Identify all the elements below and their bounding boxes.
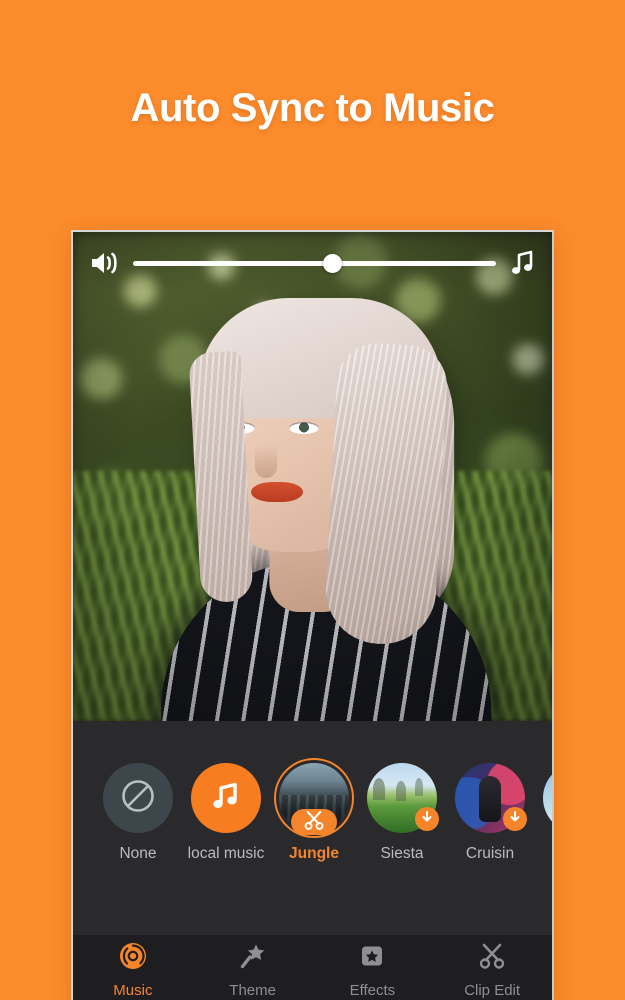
star-box-icon bbox=[357, 941, 387, 976]
music-note-icon bbox=[209, 779, 243, 818]
music-item-label: Siesta bbox=[380, 845, 424, 862]
music-thumbnail[interactable] bbox=[543, 763, 552, 833]
nav-item-music[interactable]: Music bbox=[73, 941, 193, 999]
page-title: Auto Sync to Music bbox=[130, 86, 495, 130]
magic-wand-star-icon bbox=[238, 941, 268, 976]
phone-mockup: None local music Jungle Siesta Cruisin M… bbox=[71, 230, 554, 1000]
music-note-icon[interactable] bbox=[510, 249, 536, 277]
music-item-jungle[interactable]: Jungle bbox=[270, 758, 358, 863]
nav-item-label: Clip Edit bbox=[464, 982, 521, 999]
music-item-none[interactable]: None bbox=[94, 763, 182, 863]
audio-mix-slider[interactable] bbox=[73, 232, 552, 294]
music-carousel[interactable]: None local music Jungle Siesta Cruisin bbox=[73, 758, 552, 863]
music-item-siesta[interactable]: Siesta bbox=[358, 763, 446, 863]
download-badge[interactable] bbox=[415, 807, 439, 831]
music-item-label: local music bbox=[187, 845, 265, 862]
music-item-label: None bbox=[119, 845, 157, 862]
thumb-wrapper bbox=[191, 763, 261, 833]
music-thumbnail[interactable] bbox=[191, 763, 261, 833]
nav-item-effects[interactable]: Effects bbox=[313, 941, 433, 999]
no-music-icon bbox=[119, 777, 157, 820]
video-preview[interactable] bbox=[73, 232, 552, 721]
music-thumbnail[interactable] bbox=[103, 763, 173, 833]
download-icon bbox=[420, 810, 434, 829]
slider-thumb[interactable] bbox=[323, 253, 343, 273]
thumb-wrapper bbox=[274, 758, 354, 838]
download-icon bbox=[508, 810, 522, 829]
thumb-wrapper bbox=[367, 763, 439, 833]
nav-item-label: Effects bbox=[349, 982, 396, 999]
music-panel: None local music Jungle Siesta Cruisin bbox=[73, 721, 552, 935]
music-item-label: Cruisin bbox=[465, 845, 515, 862]
trim-badge[interactable] bbox=[291, 809, 337, 835]
artwork-balloon bbox=[543, 763, 552, 833]
thumb-wrapper bbox=[455, 763, 527, 833]
nav-item-label: Music bbox=[113, 982, 153, 999]
scissors-icon bbox=[477, 941, 507, 976]
music-item-local-music[interactable]: local music bbox=[182, 763, 270, 863]
download-badge[interactable] bbox=[503, 807, 527, 831]
nav-item-clip-edit[interactable]: Clip Edit bbox=[432, 941, 552, 999]
music-item-cruisin[interactable]: Cruisin bbox=[446, 763, 534, 863]
music-item-label: Jungle bbox=[289, 845, 339, 862]
music-item-partial[interactable]: Ju bbox=[534, 763, 552, 863]
vignette-overlay bbox=[73, 232, 552, 721]
vinyl-disc-icon bbox=[118, 941, 148, 976]
thumb-wrapper bbox=[103, 763, 173, 833]
nav-item-label: Theme bbox=[229, 982, 276, 999]
thumb-wrapper bbox=[543, 763, 552, 833]
scissors-icon bbox=[303, 810, 325, 835]
nav-item-theme[interactable]: Theme bbox=[193, 941, 313, 999]
slider-track[interactable] bbox=[133, 253, 496, 273]
volume-icon[interactable] bbox=[89, 250, 119, 276]
bottom-nav: Music Theme Effects Clip Edit bbox=[73, 935, 552, 1000]
